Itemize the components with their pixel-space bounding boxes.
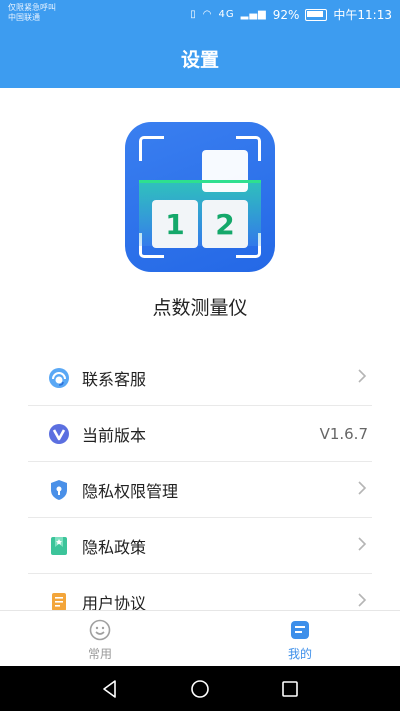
page-title: 设置: [180, 48, 219, 71]
battery-percent: 92%: [272, 7, 300, 22]
carrier-name: 中国联通: [8, 13, 40, 22]
chevron-right-icon: [352, 535, 372, 556]
battery-icon: [305, 8, 328, 21]
app-logo: 1 2: [125, 122, 275, 272]
document-icon: [48, 591, 70, 610]
tab-common[interactable]: 常用: [70, 619, 130, 662]
clock: 中午11:13: [333, 8, 392, 22]
bookmark-star-icon: [48, 535, 70, 557]
menu-item-label: 隐私政策: [82, 537, 147, 557]
tab-label: 我的: [287, 647, 312, 661]
profile-card-icon: [289, 619, 311, 641]
vibrate-icon: ▯: [190, 9, 197, 20]
chevron-right-icon: [352, 367, 372, 388]
app-name: 点数测量仪: [152, 297, 248, 319]
smile-face-icon: [89, 619, 111, 641]
wifi-icon: ◠: [202, 9, 213, 20]
scan-corner-top-left: [139, 136, 164, 161]
version-v-icon: [48, 423, 70, 445]
version-value: V1.6.7: [319, 424, 368, 443]
emergency-call-text: 仅限紧急呼叫: [8, 3, 56, 12]
settings-menu: 联系客服 当前版本 V1.6.7 隐私权限管理 隐私政策 用户协议: [28, 350, 372, 610]
menu-item-contact-support[interactable]: 联系客服: [28, 350, 372, 406]
recents-icon[interactable]: [280, 679, 300, 699]
logo-tile-top: [202, 150, 248, 192]
system-nav-bar: [0, 666, 400, 711]
bottom-tab-bar: 常用 我的: [0, 610, 400, 667]
menu-item-privacy-permissions[interactable]: 隐私权限管理: [28, 462, 372, 518]
menu-item-user-agreement[interactable]: 用户协议: [28, 574, 372, 610]
status-bar: 仅限紧急呼叫 中国联通 ▯ ◠ 4G ▂▄▆ 92% 中午11:13: [0, 0, 400, 28]
home-icon[interactable]: [190, 679, 210, 699]
shield-lock-icon: [48, 479, 70, 501]
tab-label: 常用: [87, 647, 112, 661]
menu-item-current-version[interactable]: 当前版本 V1.6.7: [28, 406, 372, 462]
back-icon[interactable]: [100, 679, 120, 699]
logo-digit-tile: 1: [152, 200, 198, 248]
page-header: 设置: [0, 28, 400, 88]
menu-item-privacy-policy[interactable]: 隐私政策: [28, 518, 372, 574]
carrier-info: 仅限紧急呼叫 中国联通: [8, 3, 56, 23]
scan-line: [139, 180, 261, 183]
tab-mine[interactable]: 我的: [270, 619, 330, 662]
logo-digit-tile: 2: [202, 200, 248, 248]
chevron-right-icon: [352, 591, 372, 610]
headset-support-icon: [48, 367, 70, 389]
settings-content[interactable]: 1 2 点数测量仪 联系客服 当前版本 V1.6.7 隐私权限管理 隐私政策 用…: [0, 88, 400, 610]
network-type: 4G: [218, 9, 235, 20]
menu-item-label: 用户协议: [82, 593, 147, 611]
menu-item-label: 联系客服: [82, 369, 147, 389]
menu-item-label: 隐私权限管理: [82, 481, 179, 501]
status-icons: ▯ ◠ 4G ▂▄▆ 92% 中午11:13: [190, 6, 392, 23]
chevron-right-icon: [352, 479, 372, 500]
signal-icon: ▂▄▆: [240, 9, 267, 20]
menu-item-label: 当前版本: [82, 425, 147, 445]
